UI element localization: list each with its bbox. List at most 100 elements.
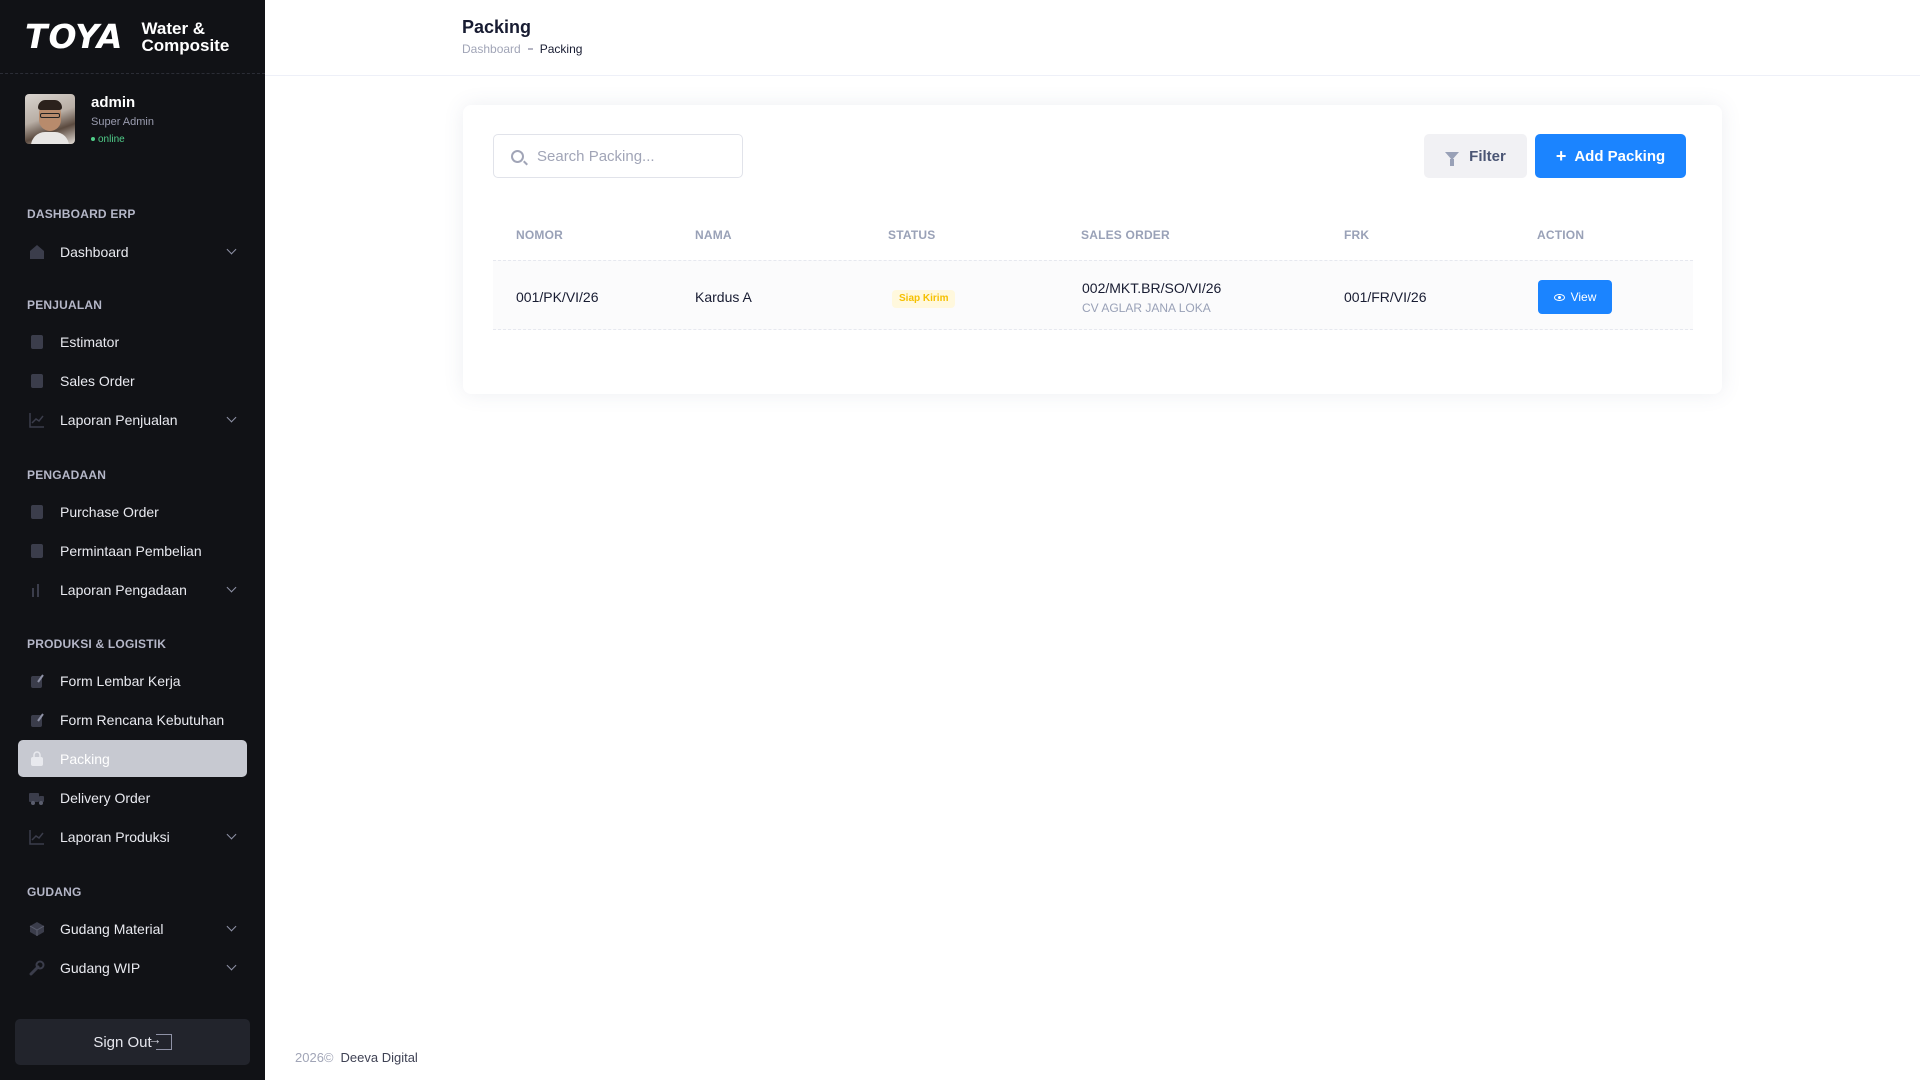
chevron-down-icon xyxy=(226,244,237,255)
document-icon xyxy=(28,503,46,521)
eye-icon xyxy=(1553,293,1565,301)
line-chart-icon xyxy=(28,828,46,846)
sidebar-item-dashboard[interactable]: Dashboard xyxy=(18,233,247,270)
sidebar-item-label: Gudang Material xyxy=(60,920,164,937)
status-badge: Siap Kirim xyxy=(892,290,956,308)
sign-out-button[interactable]: Sign Out xyxy=(15,1019,250,1065)
sidebar-item-label: Form Lembar Kerja xyxy=(60,672,181,689)
filter-label: Filter xyxy=(1469,147,1506,165)
cube-icon xyxy=(28,920,46,938)
breadcrumb-current: Packing xyxy=(539,42,583,56)
search-placeholder: Search Packing... xyxy=(537,147,655,165)
chevron-down-icon xyxy=(226,921,237,932)
sidebar-item-laporan-penjualan[interactable]: Laporan Penjualan xyxy=(18,401,247,438)
user-profile: admin Super Admin online xyxy=(25,94,154,145)
sidebar-item-sales-order[interactable]: Sales Order xyxy=(18,362,247,399)
breadcrumb: Dashboard Packing xyxy=(462,42,582,56)
packing-card: Search Packing... Filter + Add Packing N… xyxy=(463,105,1722,394)
footer-year: 2026© xyxy=(295,1050,334,1065)
sidebar-item-packing[interactable]: Packing xyxy=(18,740,247,777)
user-status: online xyxy=(91,134,154,145)
section-gudang: GUDANG xyxy=(27,885,82,899)
page-title: Packing xyxy=(462,17,532,37)
sidebar-item-label: Estimator xyxy=(60,333,120,350)
user-role: Super Admin xyxy=(91,116,154,128)
add-packing-label: Add Packing xyxy=(1574,147,1666,165)
chevron-down-icon xyxy=(226,829,237,840)
add-packing-button[interactable]: + Add Packing xyxy=(1535,134,1686,178)
sign-out-label: Sign Out xyxy=(93,1033,152,1051)
section-dashboard-erp: DASHBOARD ERP xyxy=(27,207,136,221)
sidebar-item-permintaan-pembelian[interactable]: Permintaan Pembelian xyxy=(18,532,247,569)
sidebar-item-label: Laporan Produksi xyxy=(60,828,170,845)
column-header-action: ACTION xyxy=(1537,228,1585,242)
sidebar-item-label: Purchase Order xyxy=(60,503,159,520)
sidebar-item-delivery-order[interactable]: Delivery Order xyxy=(18,779,247,816)
chevron-down-icon xyxy=(226,582,237,593)
table-row: 001/PK/VI/26 Kardus A Siap Kirim 002/MKT… xyxy=(493,260,1693,330)
footer: 2026© Deeva Digital xyxy=(295,1050,418,1065)
cell-customer: CV AGLAR JANA LOKA xyxy=(1082,301,1211,315)
user-info: admin Super Admin online xyxy=(91,94,154,145)
wrench-icon xyxy=(28,959,46,977)
document-icon xyxy=(28,372,46,390)
page-header: Packing Dashboard Packing xyxy=(265,0,1920,76)
section-produksi-logistik: PRODUKSI & LOGISTIK xyxy=(27,637,167,651)
sidebar-item-label: Delivery Order xyxy=(60,789,151,806)
sidebar-item-form-lembar-kerja[interactable]: Form Lembar Kerja xyxy=(18,662,247,699)
avatar[interactable] xyxy=(25,94,75,144)
brand-subtitle-line2: Composite xyxy=(141,35,230,55)
breadcrumb-dashboard[interactable]: Dashboard xyxy=(462,42,521,56)
user-name[interactable]: admin xyxy=(91,94,154,111)
sidebar-item-gudang-wip[interactable]: Gudang WIP xyxy=(18,949,247,986)
sign-out-icon xyxy=(148,1031,172,1050)
cell-sales-order[interactable]: 002/MKT.BR/SO/VI/26 xyxy=(1082,280,1221,296)
sidebar-item-label: Permintaan Pembelian xyxy=(60,542,202,559)
column-header-frk[interactable]: FRK xyxy=(1344,228,1369,242)
cell-nama: Kardus A xyxy=(695,289,752,305)
section-pengadaan: PENGADAAN xyxy=(27,468,107,482)
line-chart-icon xyxy=(28,411,46,429)
filter-button[interactable]: Filter xyxy=(1424,134,1527,178)
brand-subtitle-line1: Water & xyxy=(141,18,206,38)
search-icon xyxy=(511,149,524,163)
filter-icon xyxy=(1445,152,1460,166)
brand-logo[interactable]: TOYA xyxy=(25,17,123,56)
sidebar: TOYA Water & Composite admin Super Admin… xyxy=(0,0,265,1080)
footer-company-link[interactable]: Deeva Digital xyxy=(341,1050,418,1065)
chevron-down-icon xyxy=(226,960,237,971)
breadcrumb-separator xyxy=(527,48,533,50)
sidebar-item-label: Sales Order xyxy=(60,372,135,389)
sidebar-item-laporan-produksi[interactable]: Laporan Produksi xyxy=(18,818,247,855)
bag-icon xyxy=(28,750,46,768)
column-header-nomor[interactable]: NOMOR xyxy=(516,228,563,242)
column-header-sales-order[interactable]: SALES ORDER xyxy=(1081,228,1170,242)
sidebar-item-label: Dashboard xyxy=(60,243,129,260)
document-icon xyxy=(28,542,46,560)
sidebar-item-laporan-pengadaan[interactable]: Laporan Pengadaan xyxy=(18,571,247,608)
sidebar-item-label: Form Rencana Kebutuhan xyxy=(60,711,225,728)
chevron-down-icon xyxy=(226,412,237,423)
sidebar-item-label: Laporan Penjualan xyxy=(60,411,178,428)
pencil-doc-icon xyxy=(28,672,46,690)
search-input[interactable]: Search Packing... xyxy=(493,134,743,178)
sidebar-item-form-rencana-kebutuhan[interactable]: Form Rencana Kebutuhan xyxy=(18,701,247,738)
sidebar-item-label: Gudang WIP xyxy=(60,959,141,976)
document-icon xyxy=(28,333,46,351)
home-icon xyxy=(28,243,46,261)
column-header-status[interactable]: STATUS xyxy=(888,228,935,242)
cell-frk: 001/FR/VI/26 xyxy=(1344,289,1427,305)
sidebar-item-label: Packing xyxy=(60,750,110,767)
cell-nomor: 001/PK/VI/26 xyxy=(516,289,599,305)
sidebar-item-label: Laporan Pengadaan xyxy=(60,581,187,598)
view-label: View xyxy=(1570,290,1597,304)
pencil-doc-icon xyxy=(28,711,46,729)
sidebar-item-purchase-order[interactable]: Purchase Order xyxy=(18,493,247,530)
column-header-nama[interactable]: NAMA xyxy=(695,228,732,242)
truck-icon xyxy=(28,789,46,807)
sidebar-item-estimator[interactable]: Estimator xyxy=(18,323,247,360)
sidebar-item-gudang-material[interactable]: Gudang Material xyxy=(18,910,247,947)
section-penjualan: PENJUALAN xyxy=(27,298,103,312)
bar-chart-icon xyxy=(28,581,46,599)
view-button[interactable]: View xyxy=(1538,280,1612,314)
